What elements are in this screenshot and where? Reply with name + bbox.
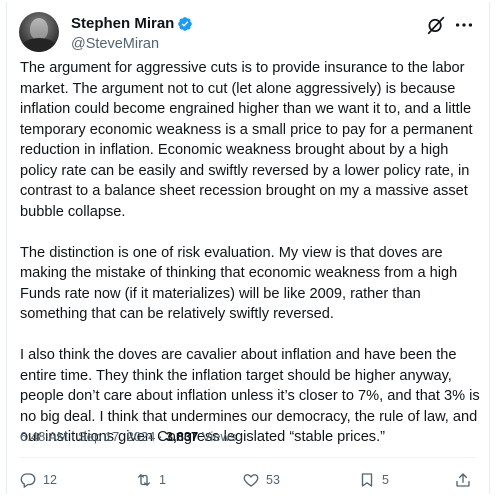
share-icon — [456, 473, 470, 487]
heart-icon — [243, 474, 259, 487]
bookmark-icon — [361, 473, 373, 487]
author-display-name[interactable]: Stephen Miran — [71, 15, 174, 32]
post-meta: 6:48 AM · Sep 17, 2024 · 3,837 Views — [20, 428, 236, 446]
post-text: The argument for aggressive cuts is to p… — [20, 58, 482, 448]
meta-separator: · — [70, 429, 76, 444]
reply-button[interactable]: 12 — [19, 469, 57, 491]
reply-count: 12 — [43, 473, 57, 487]
like-button[interactable]: 53 — [242, 469, 280, 491]
repost-count: 1 — [159, 473, 166, 487]
avatar-face — [30, 18, 48, 40]
views-label: Views — [201, 429, 237, 444]
author-handle[interactable]: @SteveMiran — [71, 36, 193, 52]
more-icon[interactable] — [453, 14, 475, 36]
bookmark-button[interactable]: 5 — [358, 469, 389, 491]
repost-button[interactable]: 1 — [135, 469, 166, 491]
post-paragraph-2: The distinction is one of risk evaluatio… — [20, 244, 462, 323]
share-button[interactable] — [454, 469, 472, 491]
post-header: Stephen Miran @SteveMiran — [19, 12, 477, 52]
reply-icon — [20, 473, 36, 488]
post-paragraph-1: The argument for aggressive cuts is to p… — [20, 60, 477, 220]
post-card: Stephen Miran @SteveMiran The argument f… — [6, 2, 490, 494]
divider — [19, 457, 477, 458]
verified-badge-icon — [178, 16, 193, 31]
repost-icon — [138, 474, 150, 486]
like-count: 53 — [266, 473, 280, 487]
post-time[interactable]: 6:48 AM — [20, 429, 68, 444]
views-count: 3,837 — [165, 429, 199, 444]
name-row: Stephen Miran — [71, 14, 193, 33]
avatar[interactable] — [19, 12, 59, 52]
post-date[interactable]: Sep 17, 2024 — [78, 429, 155, 444]
action-bar: 12 1 53 5 — [19, 469, 475, 491]
author-block: Stephen Miran @SteveMiran — [71, 14, 193, 52]
avatar-shoulders — [21, 38, 57, 52]
grok-icon[interactable] — [425, 14, 447, 36]
meta-separator: · — [158, 429, 163, 444]
bookmark-count: 5 — [382, 473, 389, 487]
